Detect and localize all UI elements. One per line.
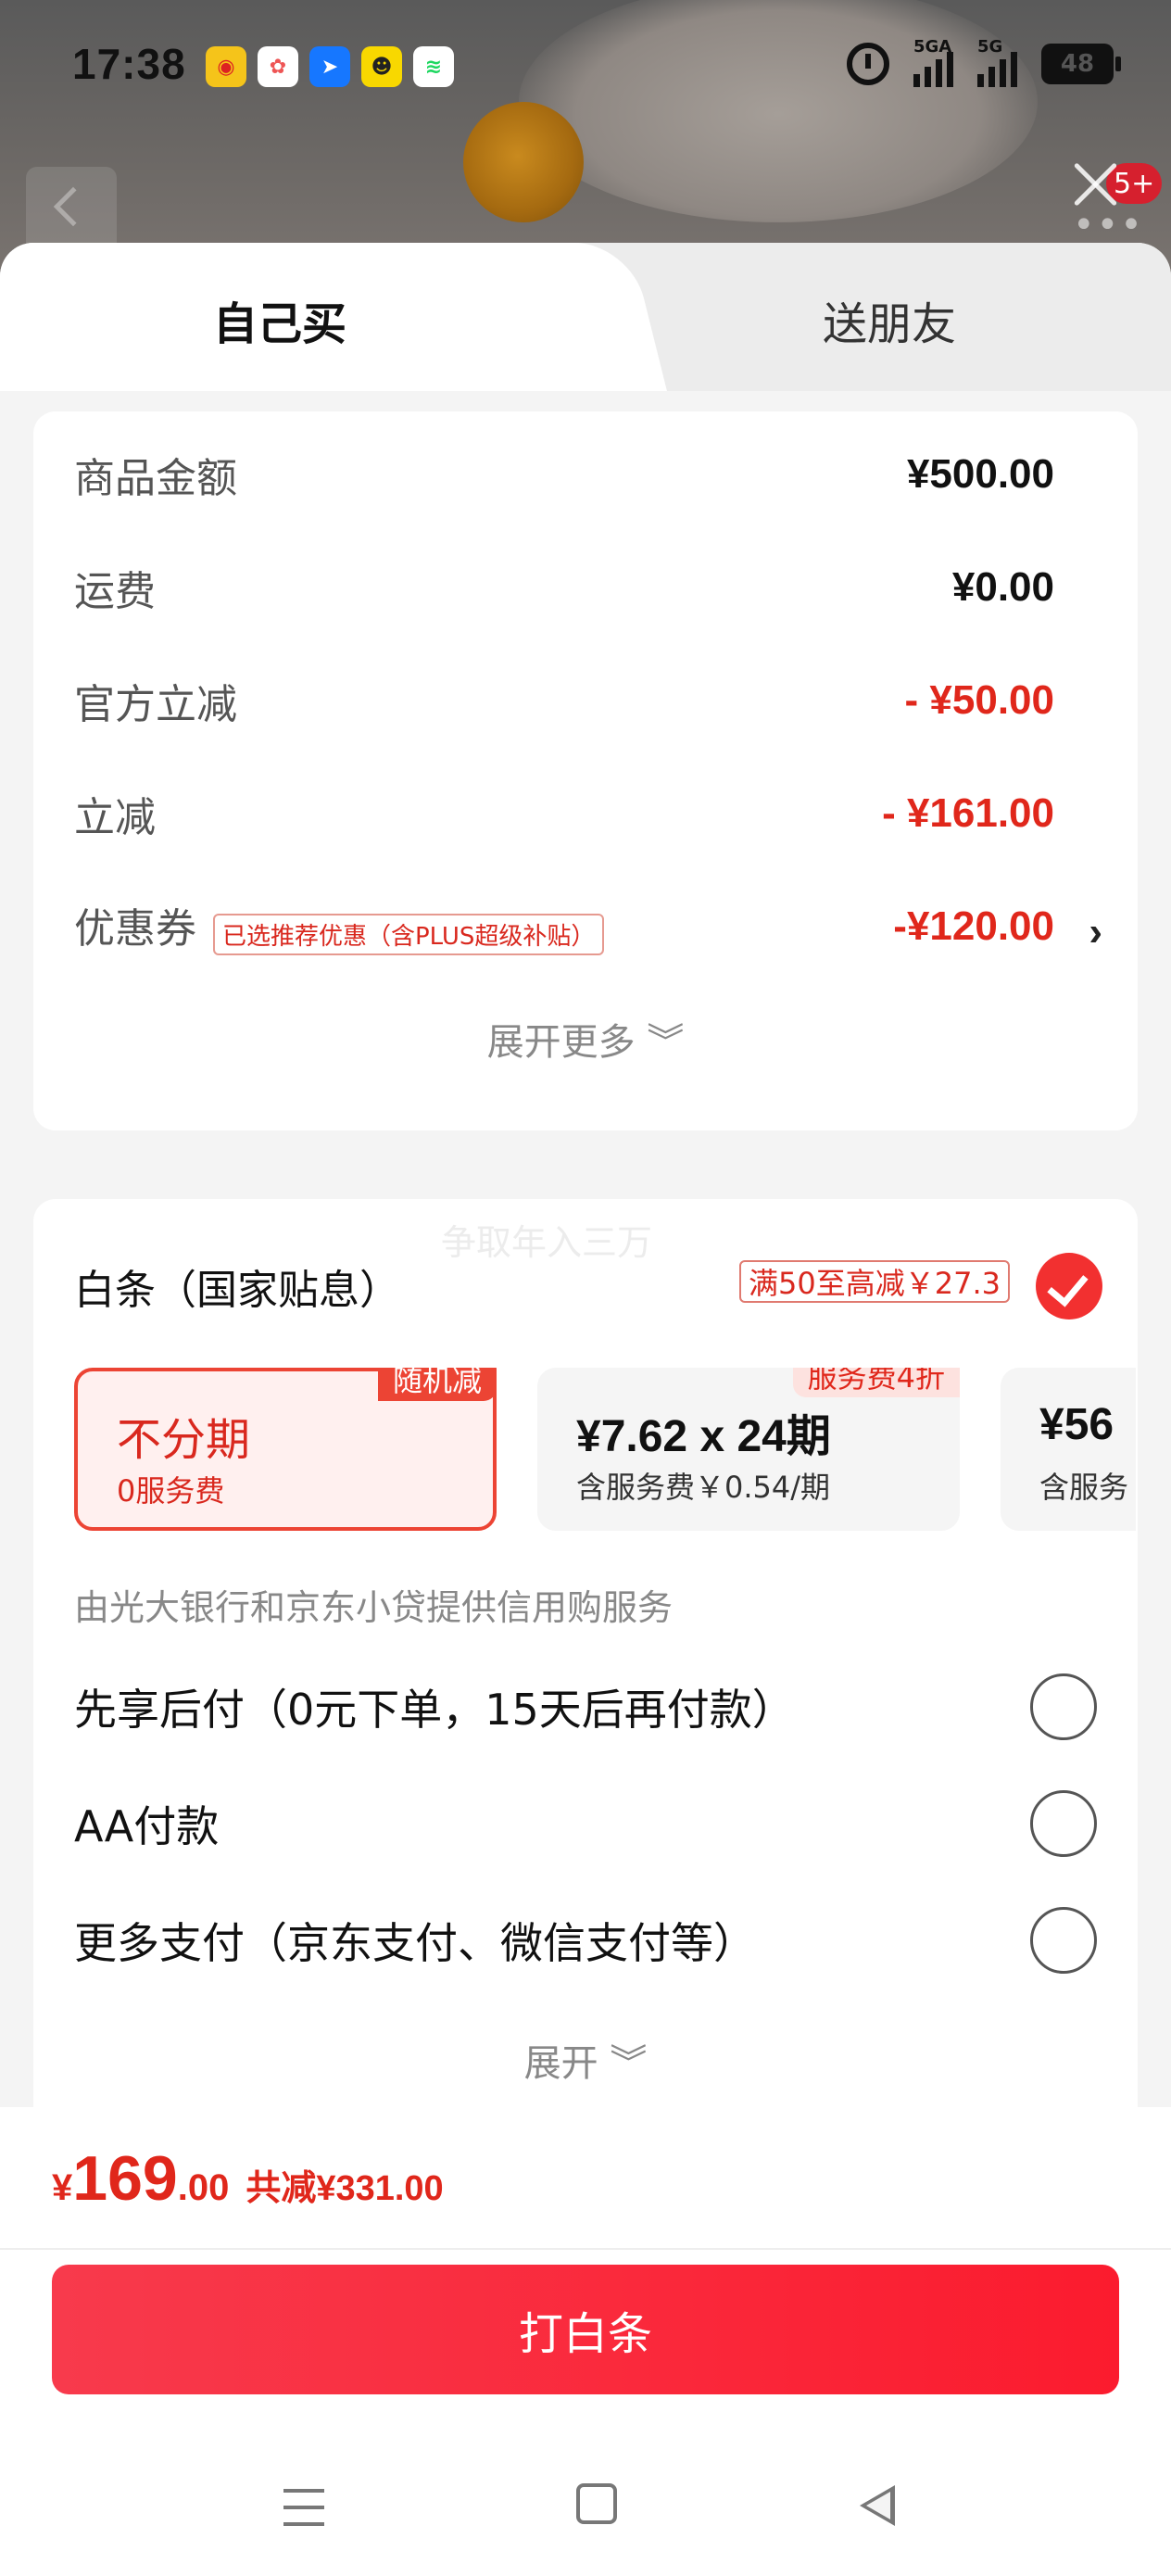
option-pay-later[interactable]: 先享后付（0元下单，15天后再付款） — [74, 1673, 1097, 1740]
photos-icon: ✿ — [258, 46, 298, 87]
payment-card: 争取年入三万 白条（国家贴息） 满50至高减￥27.3 不分期 0服务费 随机减… — [33, 1199, 1138, 2200]
chevron-right-icon: › — [1089, 909, 1102, 954]
total-saved: 共减¥331.00 — [246, 2169, 444, 2208]
radio-icon[interactable] — [1030, 1673, 1097, 1740]
tab-label: 自己买 — [213, 298, 347, 350]
alarm-icon — [847, 43, 889, 85]
total-price: ¥ 169 .00 共减¥331.00 — [52, 2143, 444, 2214]
summary-row-official-discount: 官方立减 - ¥50.00 — [74, 677, 1054, 728]
radio-icon[interactable] — [1030, 1790, 1097, 1857]
game-icon: ☻ — [361, 46, 402, 87]
status-bar: 17:38 ◉ ✿ ➤ ☻ ≋ 5GA 5G 48 — [0, 0, 1171, 139]
menu-icon[interactable] — [283, 2489, 324, 2526]
system-nav-bar — [0, 2446, 1171, 2567]
summary-row-shipping: 运费 ¥0.00 — [74, 564, 1054, 615]
tab-gift-friend[interactable]: 送朋友 — [611, 243, 1171, 391]
baitiao-title: 白条（国家贴息） — [74, 1267, 400, 1314]
baitiao-promo-tag: 满50至高减￥27.3 — [739, 1260, 1010, 1303]
battery-icon: 48 — [1041, 44, 1121, 84]
notification-app-icons: ◉ ✿ ➤ ☻ ≋ — [206, 46, 454, 87]
system-icons: 5GA 5G 48 — [847, 37, 1121, 87]
alipay-icon: ➤ — [309, 46, 350, 87]
plan-tag: 随机减 — [377, 1368, 497, 1401]
credit-provider-text: 由光大银行和京东小贷提供信用购服务 — [74, 1587, 674, 1628]
coupon-label: 优惠券 — [74, 904, 196, 953]
baitiao-selected-check-icon[interactable] — [1036, 1253, 1102, 1320]
tab-label: 送朋友 — [823, 298, 957, 350]
plan-tag: 服务费4折 — [792, 1368, 960, 1397]
chevron-left-icon — [53, 186, 94, 227]
spotify-icon: ≋ — [413, 46, 454, 87]
clock: 17:38 — [72, 40, 186, 88]
summary-row-goods: 商品金额 ¥500.00 — [74, 451, 1054, 502]
signal-5ga-icon: 5GA — [913, 37, 953, 87]
option-more-payment[interactable]: 更多支付（京东支付、微信支付等） — [74, 1907, 1097, 1974]
price-summary-card: 商品金额 ¥500.00 运费 ¥0.00 官方立减 - ¥50.00 立减 -… — [33, 411, 1138, 1130]
installment-plans: 不分期 0服务费 随机减 ¥7.62 x 24期 含服务费￥0.54/期 服务费… — [74, 1368, 1136, 1534]
divider — [0, 2248, 1171, 2250]
coupon-value: -¥120.00 › — [893, 903, 1102, 954]
weibo-icon: ◉ — [206, 46, 246, 87]
radio-icon[interactable] — [1030, 1907, 1097, 1974]
tab-buy-for-self[interactable]: 自己买 — [0, 243, 611, 391]
plan-more-installments[interactable]: ¥56 含服务 — [1001, 1368, 1136, 1531]
purchase-tabs: 自己买 送朋友 — [0, 243, 1171, 391]
pay-baitiao-button[interactable]: 打白条 — [52, 2265, 1119, 2394]
home-icon[interactable] — [576, 2483, 617, 2524]
watermark-text: 争取年入三万 — [441, 1222, 653, 1263]
expand-payment-button[interactable]: 展开 ︾ — [33, 2033, 1138, 2087]
coupon-tag: 已选推荐优惠（含PLUS超级补贴） — [213, 913, 605, 955]
coupon-row[interactable]: 优惠券 已选推荐优惠（含PLUS超级补贴） -¥120.00 › — [74, 899, 1102, 955]
summary-row-instant-discount: 立减 - ¥161.00 — [74, 790, 1054, 841]
expand-more-button[interactable]: 展开更多 ︾ — [33, 1012, 1138, 1066]
close-icon[interactable] — [1065, 154, 1125, 213]
plan-24-installments[interactable]: ¥7.62 x 24期 含服务费￥0.54/期 服务费4折 — [537, 1368, 960, 1531]
plan-no-installment[interactable]: 不分期 0服务费 随机减 — [74, 1368, 497, 1531]
option-aa-pay[interactable]: AA付款 — [74, 1790, 1097, 1857]
back-triangle-icon[interactable] — [860, 2485, 895, 2526]
sheet-content: 商品金额 ¥500.00 运费 ¥0.00 官方立减 - ¥50.00 立减 -… — [0, 391, 1171, 2337]
signal-5g-icon: 5G — [977, 37, 1017, 87]
